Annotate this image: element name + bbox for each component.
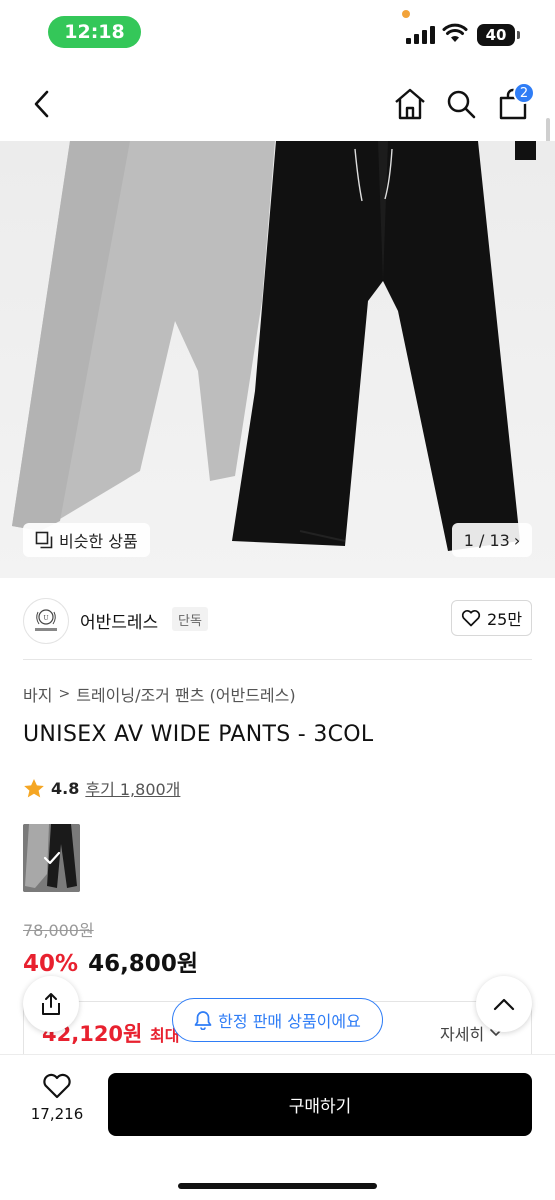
thumbnail-image — [23, 824, 80, 892]
limited-sale-pill[interactable]: 한정 판매 상품이에요 — [172, 998, 383, 1042]
home-icon — [395, 88, 425, 120]
battery-cap — [517, 31, 520, 39]
breadcrumb: 바지 > 트레이닝/조거 팬츠 (어반드레스) — [23, 682, 296, 706]
breadcrumb-category[interactable]: 바지 — [23, 682, 52, 706]
chevron-right-icon: › — [513, 530, 521, 550]
sale-price-row: 40% 46,800원 — [23, 944, 198, 978]
share-button[interactable] — [23, 976, 79, 1032]
search-button[interactable] — [441, 84, 481, 124]
search-icon — [447, 90, 476, 119]
sale-price: 46,800원 — [88, 951, 198, 977]
similar-icon — [35, 531, 53, 549]
rating-value: 4.8 — [51, 778, 80, 798]
coupon-detail-label: 자세히 — [440, 1025, 485, 1044]
back-button[interactable] — [22, 84, 60, 124]
home-indicator — [178, 1183, 377, 1189]
scroll-top-button[interactable] — [476, 976, 532, 1032]
brand-name[interactable]: 어반드레스 — [80, 608, 158, 633]
top-nav: 2 — [0, 66, 555, 142]
similar-products-button[interactable]: 비슷한 상품 — [23, 523, 150, 557]
brand-like-button[interactable]: 25만 — [451, 600, 532, 636]
brand-logo-emblem: U — [35, 609, 57, 631]
original-price: 78,000원 — [23, 921, 94, 940]
color-option-thumbnail[interactable] — [23, 824, 80, 892]
heart-icon — [461, 610, 481, 627]
cart-button[interactable]: 2 — [493, 82, 535, 124]
similar-products-label: 비슷한 상품 — [59, 532, 138, 551]
discount-rate: 40% — [23, 951, 79, 977]
wishlist-button[interactable]: 17,216 — [22, 1073, 92, 1135]
status-time: 12:18 — [48, 16, 141, 48]
brand-row: U 어반드레스 단독 25만 — [0, 578, 555, 660]
breadcrumb-chevron-icon: > — [58, 686, 71, 702]
gray-pants-image — [0, 141, 555, 578]
image-page-counter[interactable]: 1 / 13 › — [452, 523, 532, 557]
product-image-carousel[interactable]: 비슷한 상품 1 / 13 › — [0, 141, 555, 578]
back-icon — [34, 90, 49, 118]
limited-sale-label: 한정 판매 상품이에요 — [218, 1012, 361, 1031]
brand-logo[interactable]: U — [23, 598, 69, 644]
share-icon — [42, 993, 60, 1015]
heart-icon — [43, 1073, 71, 1099]
bell-icon — [194, 1011, 212, 1030]
battery-indicator: 40 — [477, 24, 515, 46]
page-counter-text: 1 / 13 — [463, 530, 510, 550]
exclusive-tag: 단독 — [172, 607, 208, 631]
divider — [23, 659, 532, 660]
wishlist-count: 17,216 — [30, 1105, 84, 1123]
privacy-dot — [402, 10, 410, 18]
product-title: UNISEX AV WIDE PANTS - 3COL — [23, 722, 374, 747]
rating-row: 4.8 후기 1,800개 — [23, 776, 180, 800]
breadcrumb-subcategory[interactable]: 트레이닝/조거 팬츠 (어반드레스) — [76, 682, 295, 706]
cellular-signal-icon — [406, 26, 435, 44]
buy-button[interactable]: 구매하기 — [108, 1073, 532, 1136]
star-icon — [24, 778, 44, 797]
chevron-up-icon — [493, 998, 515, 1010]
tag-square — [515, 141, 536, 160]
svg-text:U: U — [43, 615, 48, 622]
bottom-action-bar: 17,216 구매하기 — [0, 1054, 555, 1200]
wifi-icon — [442, 23, 468, 42]
status-bar: 12:18 40 — [0, 0, 555, 66]
brand-like-count: 25만 — [486, 610, 523, 629]
cart-badge: 2 — [513, 82, 535, 104]
review-link[interactable]: 후기 1,800개 — [85, 776, 180, 800]
home-button[interactable] — [390, 84, 430, 124]
